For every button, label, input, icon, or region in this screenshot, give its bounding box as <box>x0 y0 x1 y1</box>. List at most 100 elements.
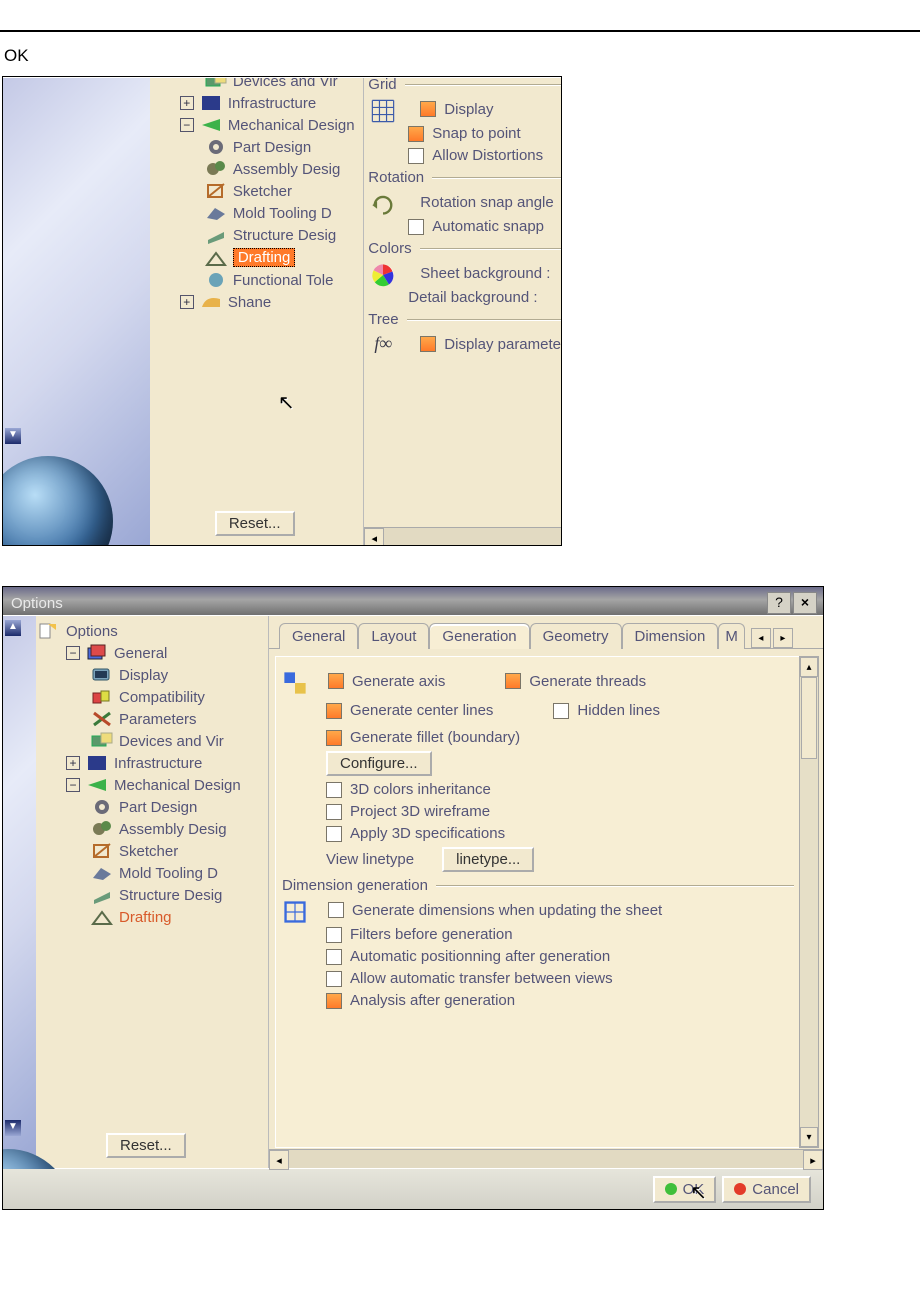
expand-icon[interactable]: + <box>180 96 194 110</box>
tree-item[interactable]: Assembly Desig <box>91 818 268 840</box>
dialog-footer: OK Cancel ↖ <box>3 1168 823 1209</box>
compat-icon <box>91 688 113 706</box>
gears-icon <box>91 820 113 838</box>
tree-item-label: Structure Desig <box>119 887 222 904</box>
scroll-up-button[interactable]: ▴ <box>800 657 818 677</box>
tree-item[interactable]: Devices and Vir <box>205 78 363 92</box>
checkbox[interactable] <box>553 703 569 719</box>
linetype-label: View linetype <box>326 851 414 868</box>
ok-dot-icon <box>665 1183 677 1195</box>
scroll-down-button[interactable]: ▼ <box>5 428 21 444</box>
ok-label: OK <box>683 1181 705 1198</box>
tree-item[interactable]: Mold Tooling D <box>205 202 363 224</box>
tab-generation[interactable]: Generation <box>429 623 529 649</box>
option-label: Filters before generation <box>350 926 513 943</box>
checkbox[interactable] <box>420 101 436 117</box>
tree-item[interactable]: +Infrastructure <box>66 752 268 774</box>
option-label: Generate threads <box>529 673 646 690</box>
checkbox[interactable] <box>326 703 342 719</box>
option-label: Snap to point <box>432 125 520 142</box>
tab-scroll-left[interactable]: ◂ <box>751 628 771 648</box>
checkbox[interactable] <box>326 927 342 943</box>
cancel-button[interactable]: Cancel <box>722 1176 811 1203</box>
tree-item[interactable]: − Mechanical Design <box>180 114 363 136</box>
configure-button[interactable]: Configure... <box>326 751 432 776</box>
checkbox[interactable] <box>328 902 344 918</box>
reset-button[interactable]: Reset... <box>106 1133 186 1158</box>
checkbox[interactable] <box>326 826 342 842</box>
collapse-icon[interactable]: − <box>180 118 194 132</box>
tree-item[interactable]: − General <box>66 642 268 664</box>
tree-item[interactable]: Devices and Vir <box>91 730 268 752</box>
tree-item-drafting[interactable]: Drafting <box>205 246 363 269</box>
tree-item[interactable]: Sketcher <box>205 180 363 202</box>
scroll-left-button[interactable]: ◂ <box>364 528 384 546</box>
tab-geometry[interactable]: Geometry <box>530 623 622 649</box>
tree-item-label: Options <box>66 623 118 640</box>
help-button[interactable]: ? <box>767 592 791 614</box>
checkbox[interactable] <box>326 804 342 820</box>
tree-item[interactable]: Structure Desig <box>91 884 268 906</box>
checkbox[interactable] <box>326 730 342 746</box>
tree-item[interactable]: Assembly Desig <box>205 158 363 180</box>
checkbox[interactable] <box>326 782 342 798</box>
tree-item[interactable]: Display <box>91 664 268 686</box>
checkbox[interactable] <box>408 219 424 235</box>
tree-item[interactable]: Compatibility <box>91 686 268 708</box>
tree-item[interactable]: Part Design <box>205 136 363 158</box>
tree-item-label: Mechanical Design <box>114 777 241 794</box>
tree-item[interactable]: Parameters <box>91 708 268 730</box>
tree-item[interactable]: − Mechanical Design <box>66 774 268 796</box>
functional-icon <box>205 271 227 289</box>
tree-item[interactable]: Part Design <box>91 796 268 818</box>
vertical-scrollbar[interactable]: ▴ ▾ <box>799 656 819 1148</box>
tree-item-drafting[interactable]: Drafting <box>91 906 268 928</box>
tree-item-label: Assembly Desig <box>233 161 341 178</box>
expand-icon[interactable]: + <box>180 295 194 309</box>
horizontal-scrollbar[interactable]: ◂ ▸ <box>269 1149 823 1168</box>
gear-icon <box>91 798 113 816</box>
collapse-icon[interactable]: − <box>66 778 80 792</box>
ok-button[interactable]: OK <box>653 1176 717 1203</box>
close-button[interactable]: × <box>793 592 817 614</box>
color-wheel-icon <box>370 262 396 284</box>
tab-layout[interactable]: Layout <box>358 623 429 649</box>
tree-item[interactable]: + Infrastructure <box>180 92 363 114</box>
checkbox[interactable] <box>505 673 521 689</box>
horizontal-scrollbar[interactable]: ◂ <box>364 527 561 546</box>
collapse-icon[interactable]: − <box>66 646 80 660</box>
structure-icon <box>205 226 227 244</box>
tab-general[interactable]: General <box>279 623 358 649</box>
option-label: Rotation snap angle <box>420 194 553 211</box>
expand-icon[interactable]: + <box>66 756 80 770</box>
checkbox[interactable] <box>326 949 342 965</box>
scroll-thumb[interactable] <box>801 677 817 759</box>
checkbox[interactable] <box>408 126 424 142</box>
option-label: Allow Distortions <box>432 147 543 164</box>
infrastructure-icon <box>86 754 108 772</box>
options-icon <box>38 622 60 640</box>
scroll-left-button[interactable]: ◂ <box>269 1150 289 1170</box>
scroll-up-button[interactable]: ▲ <box>5 620 21 636</box>
mold-icon <box>205 204 227 222</box>
scroll-right-button[interactable]: ▸ <box>803 1150 823 1170</box>
tab-dimension[interactable]: Dimension <box>622 623 719 649</box>
tab-overflow[interactable]: M <box>718 623 745 649</box>
scroll-down-button[interactable]: ▼ <box>5 1120 21 1136</box>
reset-button[interactable]: Reset... <box>215 511 295 536</box>
tree-item[interactable]: Structure Desig <box>205 224 363 246</box>
tab-scroll-right[interactable]: ▸ <box>773 628 793 648</box>
linetype-button[interactable]: linetype... <box>442 847 534 872</box>
shape-icon <box>200 293 222 311</box>
tree-item[interactable]: + Shane <box>180 291 363 313</box>
tree-item[interactable]: Functional Tole <box>205 269 363 291</box>
checkbox[interactable] <box>326 971 342 987</box>
tree-root[interactable]: Options <box>38 620 268 642</box>
checkbox[interactable] <box>420 336 436 352</box>
tree-item[interactable]: Mold Tooling D <box>91 862 268 884</box>
checkbox[interactable] <box>408 148 424 164</box>
checkbox[interactable] <box>328 673 344 689</box>
checkbox[interactable] <box>326 993 342 1009</box>
tree-item[interactable]: Sketcher <box>91 840 268 862</box>
scroll-down-button[interactable]: ▾ <box>800 1127 818 1147</box>
